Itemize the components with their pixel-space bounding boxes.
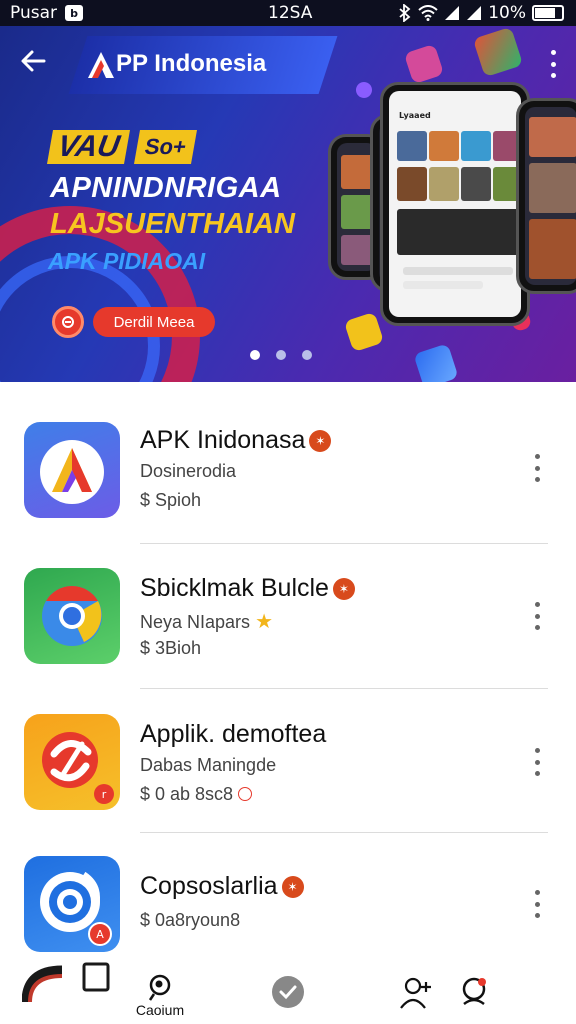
list-item[interactable]: APK Inidonasa ✶ Dosinerodia $ Spioh — [0, 382, 576, 544]
app-price: $ 3Bioh — [140, 638, 202, 658]
more-vertical-icon[interactable] — [532, 602, 542, 630]
app-bar: PP Indonesia — [0, 26, 576, 102]
hero-badge-label: VAU — [47, 130, 131, 164]
app-name: Applik. demoftea — [140, 720, 327, 748]
nav-item-search[interactable]: Caoium — [130, 974, 190, 1020]
phone-mockup-front: Lyaaed — [380, 82, 530, 326]
carousel-indicator — [250, 350, 312, 360]
red-swirl-icon: r — [24, 714, 120, 810]
status-right: 10% — [398, 3, 564, 23]
hero-cta-icon[interactable] — [52, 306, 84, 338]
signal-icon — [467, 6, 482, 20]
svg-text:r: r — [102, 788, 107, 801]
search-person-icon — [148, 974, 171, 1001]
nav-item-people[interactable] — [386, 974, 446, 1020]
status-bar: Pusar b 12SA 10% — [0, 0, 576, 26]
more-vertical-icon[interactable] — [532, 890, 542, 918]
app-price: $ 0 ab 8sc8 — [140, 784, 253, 805]
carrier-name: Pusar — [10, 3, 57, 23]
info-circle-icon — [238, 787, 253, 801]
carousel-dot[interactable] — [250, 350, 260, 360]
notification-bell-icon — [462, 977, 486, 1006]
app-price: $ 0a8ryoun8 — [140, 910, 241, 930]
hero-cta-button[interactable]: Derdil Meea — [93, 307, 215, 337]
app-name: Sbicklmak Bulcle ✶ — [140, 574, 355, 603]
phone-screen-header: Lyaaed — [399, 111, 431, 120]
app-price: $ Spioh — [140, 490, 202, 510]
more-vertical-icon[interactable] — [548, 50, 558, 78]
more-vertical-icon[interactable] — [532, 454, 542, 482]
app-developer: Dabas Maningde — [140, 755, 277, 775]
nav-item-check[interactable] — [258, 974, 318, 1020]
floating-app-icon — [343, 311, 385, 353]
list-item[interactable]: Sbicklmak Bulcle ✶ Neya NIapars ★ $ 3Bioh — [0, 530, 576, 689]
status-time: 12SA — [268, 3, 313, 23]
svg-text:A: A — [96, 928, 104, 941]
more-vertical-icon[interactable] — [532, 748, 542, 776]
phone-mockup-right — [516, 98, 576, 294]
battery-icon — [532, 5, 564, 21]
star-icon: ★ — [255, 611, 274, 633]
verified-badge-icon: ✶ — [332, 578, 355, 600]
signal-icon — [445, 6, 460, 20]
nav-item-frame[interactable] — [22, 962, 112, 1008]
square-frame-icon — [22, 962, 110, 1002]
chrome-style-icon — [24, 568, 120, 664]
list-item[interactable]: r Applik. demoftea Dabas Maningde $ 0 ab… — [0, 676, 576, 833]
battery-fill — [535, 8, 555, 18]
bluetooth-icon — [399, 4, 411, 22]
battery-percent: 10% — [488, 3, 526, 23]
hero-badge-tag: So+ — [134, 130, 198, 164]
list-item[interactable]: A Copsoslarlia ✶ $ 0a8ryoun8 — [0, 822, 576, 971]
carousel-dot[interactable] — [302, 350, 312, 360]
carousel-dot[interactable] — [276, 350, 286, 360]
app-bar-title: PP Indonesia — [116, 50, 267, 77]
target-icon: A — [24, 856, 120, 952]
arrow-left-icon — [21, 50, 46, 72]
hero-badge-row: VAU So+ — [47, 130, 198, 164]
hero-subheadline: LAJSUENTHAIAN — [50, 208, 295, 240]
wifi-icon — [418, 5, 438, 21]
bottom-navigation: Caoium — [0, 962, 576, 1024]
hero-tagline: APK PIDIAOAI — [48, 248, 206, 274]
app-logo-icon — [88, 52, 114, 78]
check-circle-icon — [272, 976, 304, 1008]
app-name: APK Inidonasa ✶ — [140, 426, 332, 455]
hero-banner[interactable]: Lyaaed VAU So+ APNINDNRIGAA LAJSUENTHAIA… — [0, 26, 576, 382]
floating-app-icon — [413, 343, 459, 382]
app-developer: Dosinerodia — [140, 461, 237, 481]
app-name: Copsoslarlia ✶ — [140, 872, 304, 901]
nav-label: Caoium — [135, 1002, 185, 1018]
app-a-icon — [24, 422, 120, 518]
status-left: Pusar b — [10, 3, 83, 23]
nav-item-notifications[interactable] — [444, 974, 504, 1020]
back-button[interactable] — [18, 46, 52, 80]
verified-badge-icon: ✶ — [309, 430, 332, 452]
verified-badge-icon: ✶ — [281, 876, 304, 898]
person-add-icon — [400, 977, 431, 1009]
app-developer: Neya NIapars ★ — [140, 611, 274, 633]
carrier-badge-icon: b — [65, 5, 83, 21]
hero-headline: APNINDNRIGAA — [50, 172, 282, 204]
